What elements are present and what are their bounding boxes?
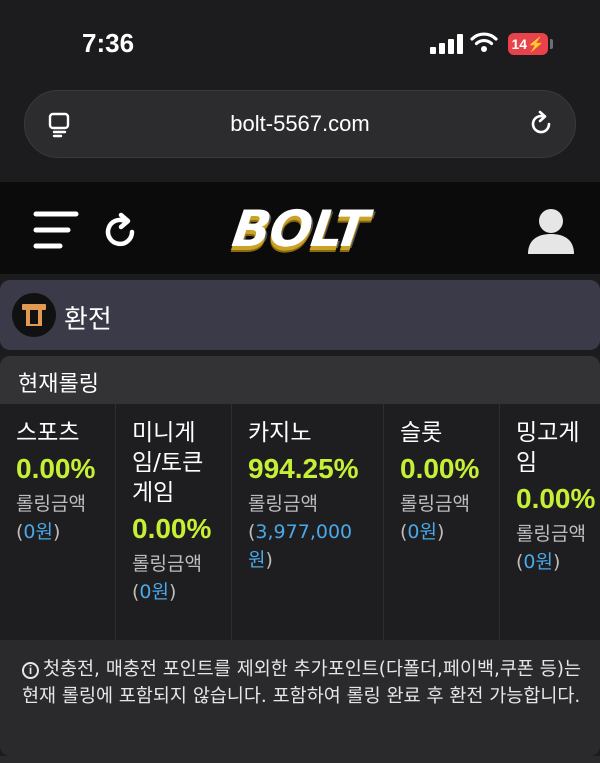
column-amount-value: 0원 (139, 581, 169, 603)
column-amount: (0원) (516, 551, 561, 573)
info-icon: i (22, 662, 39, 679)
bolt-logo[interactable]: BOLT (0, 200, 600, 258)
cellular-signal-icon (430, 34, 464, 54)
rolling-notice: i 첫충전, 매충전 포인트를 제외한 추가포인트(다폴더,페이백,쿠폰 등)는 … (22, 656, 588, 710)
battery-icon: 14⚡ (508, 33, 548, 55)
column-name: 스포츠 (16, 420, 80, 446)
rolling-column-casino: 카지노 994.25% 롤링금액 (3,977,000원) (232, 404, 384, 640)
column-name: 밍고게임 (516, 420, 580, 476)
notice-text: 첫충전, 매충전 포인트를 제외한 추가포인트(다폴더,페이백,쿠폰 등)는 현… (22, 659, 582, 707)
column-amount-label: 롤링금액 (516, 523, 586, 545)
column-percent: 994.25% (248, 453, 359, 484)
column-amount-value: 3,977,000원 (248, 521, 353, 571)
exchange-label: 환전 (64, 305, 112, 335)
column-amount-label: 롤링금액 (16, 493, 86, 515)
rolling-card: 현재롤링 스포츠 0.00% 롤링금액 (0원) 미니게임/토큰게임 0.00%… (0, 356, 600, 756)
rolling-column-mingo: 밍고게임 0.00% 롤링금액 (0원) (500, 404, 600, 640)
next-section-edge (0, 756, 600, 763)
rolling-column-slot: 슬롯 0.00% 롤링금액 (0원) (384, 404, 500, 640)
battery-cap (550, 39, 553, 49)
site-header: BOLT (0, 182, 600, 274)
column-amount: (0원) (400, 521, 445, 543)
column-percent: 0.00% (132, 513, 212, 544)
rolling-title: 현재롤링 (18, 372, 99, 397)
column-name: 슬롯 (400, 420, 443, 446)
column-name: 카지노 (248, 420, 312, 446)
column-amount-value: 0원 (23, 521, 53, 543)
rolling-column-sports: 스포츠 0.00% 롤링금액 (0원) (0, 404, 116, 640)
column-amount: (0원) (132, 581, 177, 603)
address-bar[interactable]: bolt-5567.com (24, 90, 576, 158)
rolling-column-minigame: 미니게임/토큰게임 0.00% 롤링금액 (0원) (116, 404, 232, 640)
user-icon[interactable] (526, 206, 576, 256)
battery-level: 14 (511, 36, 528, 52)
rolling-grid: 스포츠 0.00% 롤링금액 (0원) 미니게임/토큰게임 0.00% 롤링금액… (0, 404, 600, 640)
column-percent: 0.00% (16, 453, 96, 484)
column-amount-label: 롤링금액 (248, 493, 318, 515)
column-name: 미니게임/토큰게임 (132, 420, 204, 506)
column-amount-value: 0원 (523, 551, 553, 573)
exchange-bar[interactable]: 환전 (0, 280, 600, 350)
column-amount-value: 0원 (407, 521, 437, 543)
wifi-icon (470, 32, 498, 52)
column-amount-label: 롤링금액 (400, 493, 470, 515)
column-percent: 0.00% (516, 483, 596, 514)
reload-page-icon[interactable] (527, 110, 555, 138)
rolling-header: 현재롤링 (0, 356, 600, 404)
status-time: 7:36 (82, 28, 135, 58)
exchange-icon (12, 293, 56, 337)
status-bar: 7:36 14⚡ (0, 0, 600, 90)
column-percent: 0.00% (400, 453, 480, 484)
column-amount-label: 롤링금액 (132, 553, 202, 575)
column-amount: (0원) (16, 521, 61, 543)
url-text[interactable]: bolt-5567.com (25, 111, 575, 137)
column-amount: (3,977,000원) (248, 521, 353, 571)
